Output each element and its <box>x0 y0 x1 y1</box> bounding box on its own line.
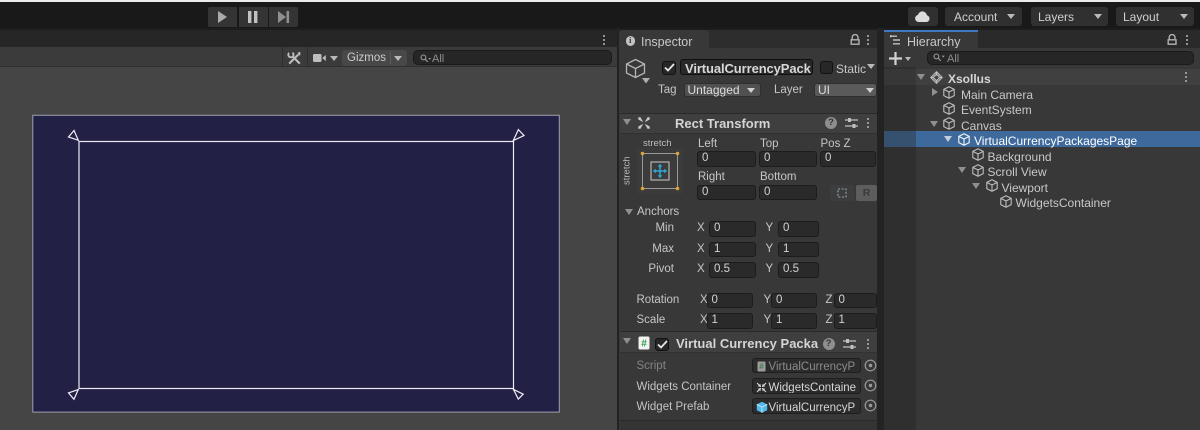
svg-text:#: # <box>641 339 647 350</box>
svg-text:#: # <box>759 362 764 371</box>
